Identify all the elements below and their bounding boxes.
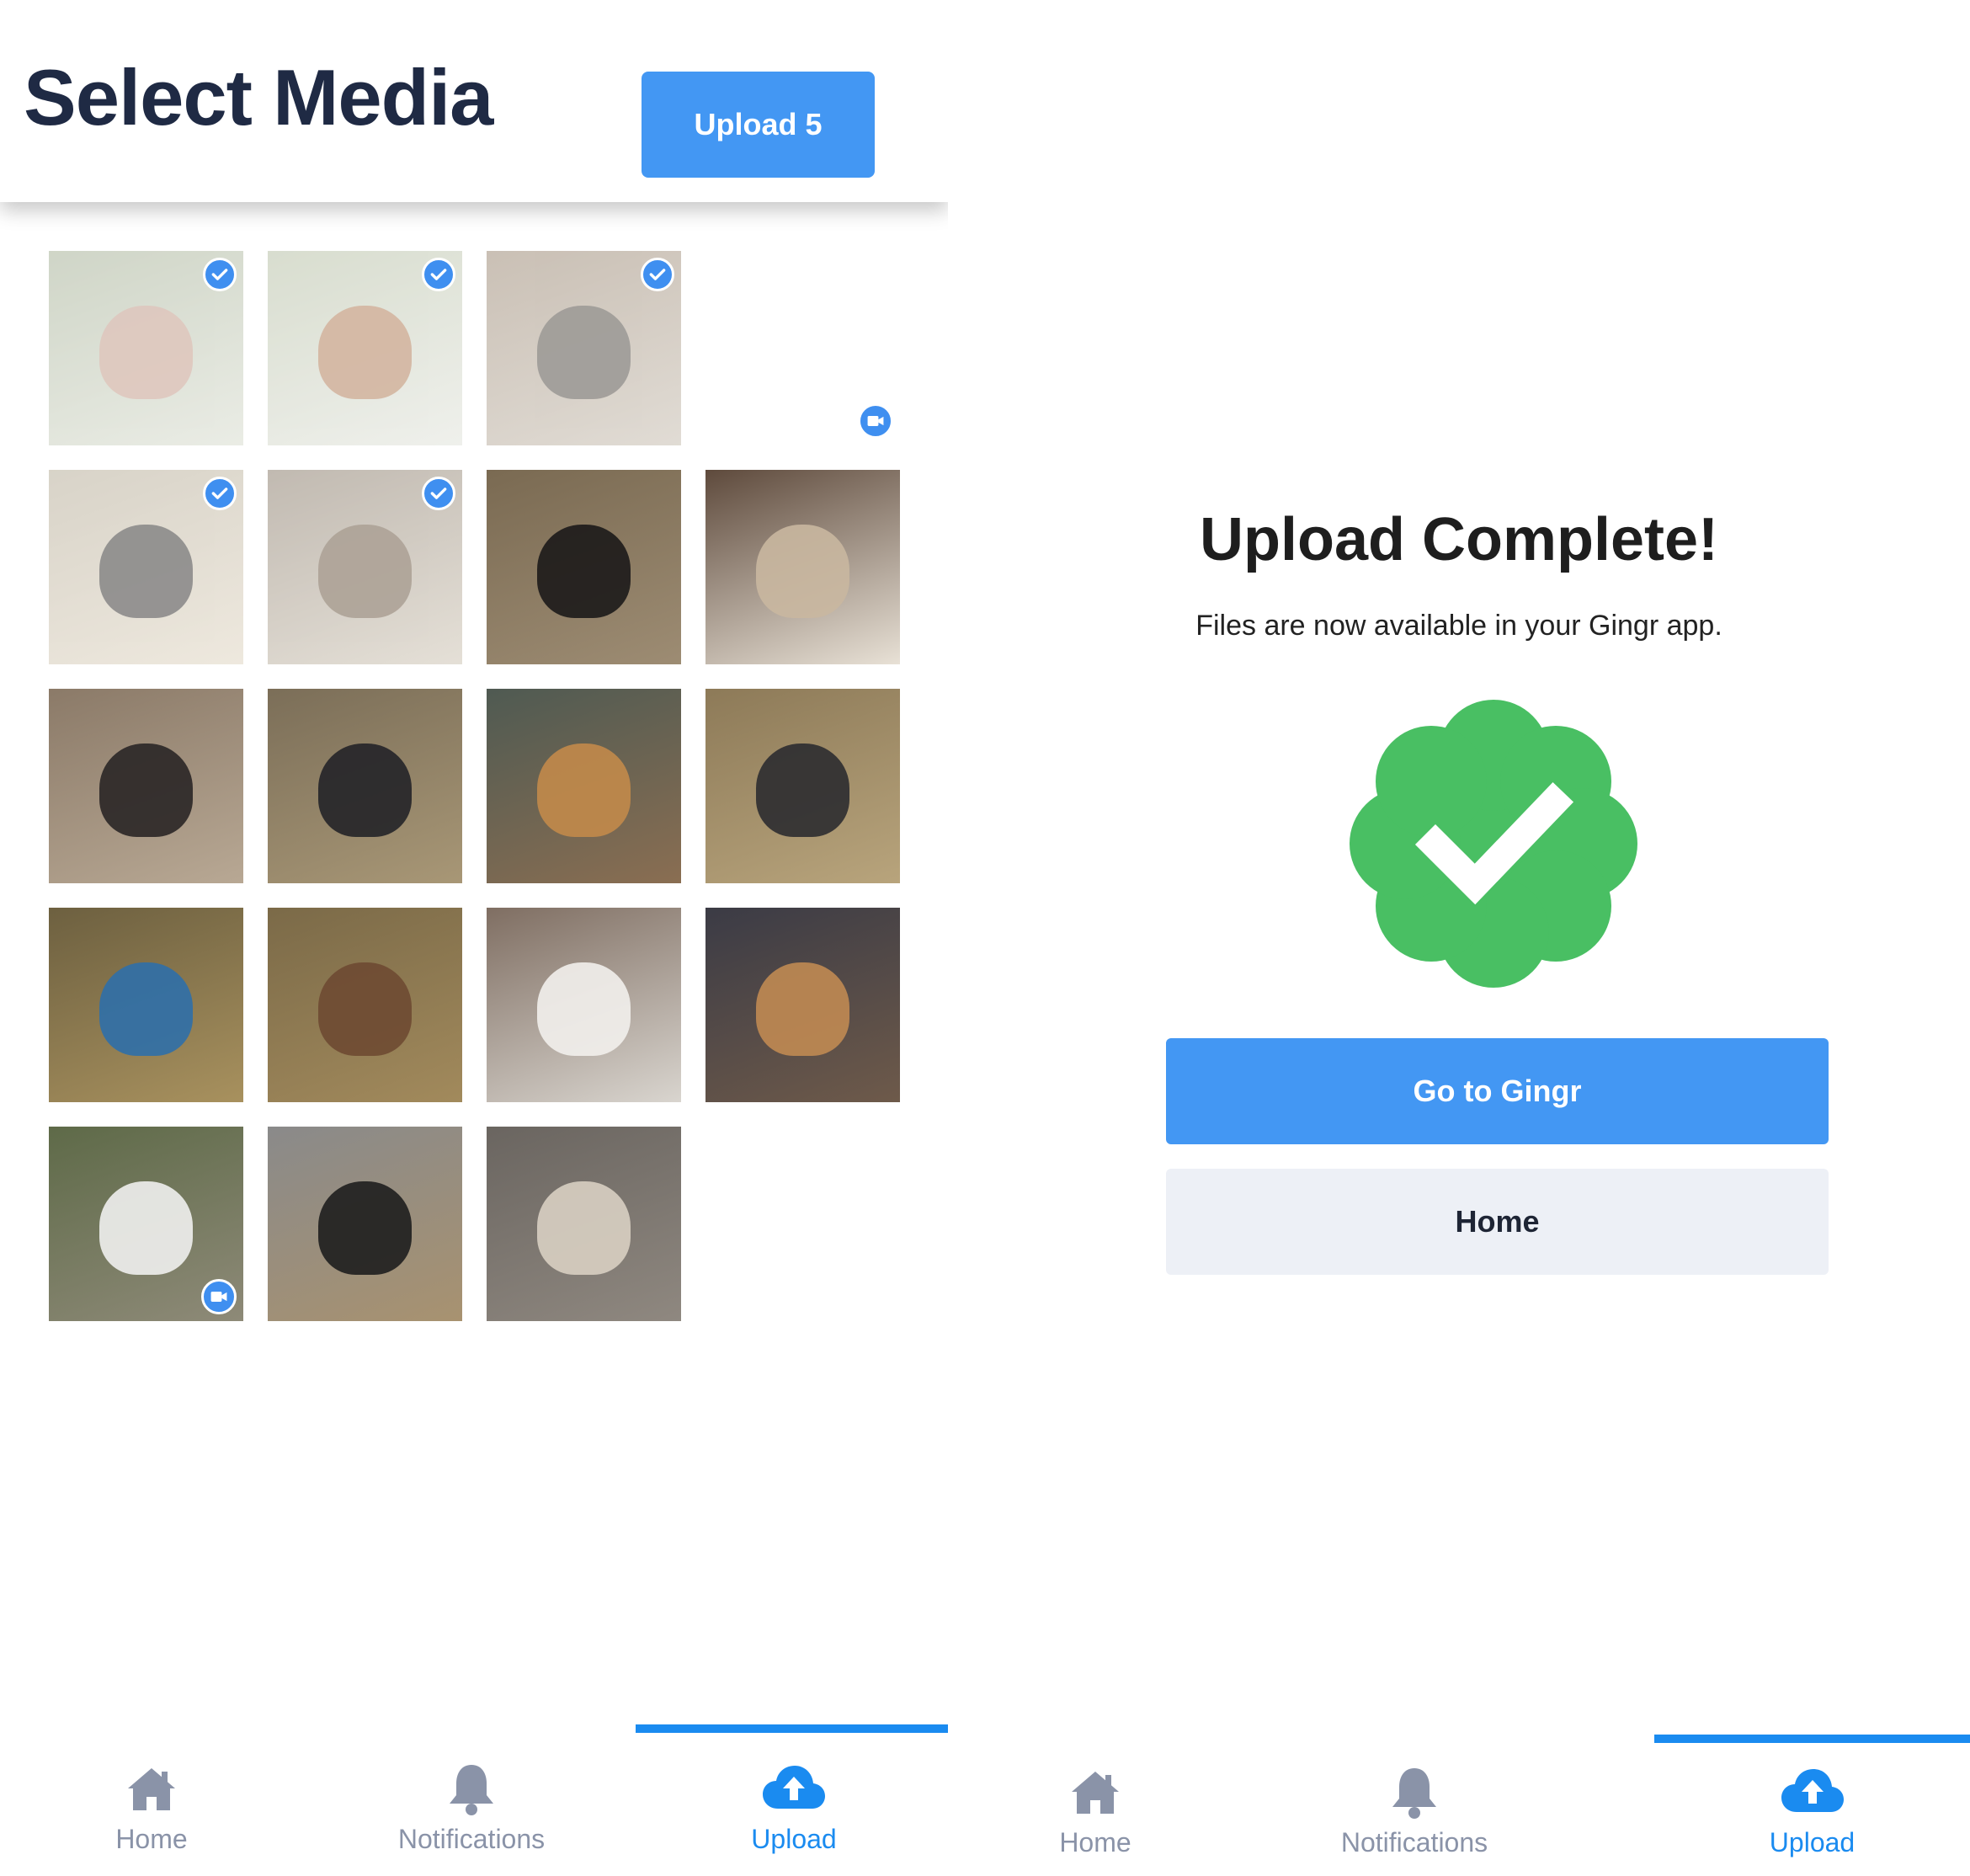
- tab-upload[interactable]: Upload: [640, 1724, 948, 1876]
- thumbnail-subject: [99, 1180, 193, 1275]
- thumbnail-subject: [99, 962, 193, 1056]
- thumbnail-subject: [318, 305, 412, 399]
- media-tile[interactable]: [268, 470, 462, 664]
- media-tile[interactable]: [49, 689, 243, 883]
- media-tile[interactable]: [268, 251, 462, 445]
- thumbnail-subject: [756, 743, 849, 837]
- select-media-screen: Select Media Upload 5 Home Notifications…: [0, 0, 948, 1876]
- tab-home[interactable]: Home: [948, 1724, 1243, 1876]
- media-tile[interactable]: [487, 470, 681, 664]
- bell-icon: [1389, 1765, 1440, 1825]
- selected-check-icon: [422, 258, 455, 291]
- media-thumbnail: [268, 689, 462, 883]
- thumbnail-subject: [318, 962, 412, 1056]
- thumbnail-subject: [756, 524, 849, 618]
- media-tile[interactable]: [705, 908, 900, 1102]
- media-tile[interactable]: [487, 908, 681, 1102]
- media-thumbnail: [487, 689, 681, 883]
- page-title: Select Media: [24, 53, 493, 141]
- tab-home[interactable]: Home: [0, 1724, 303, 1876]
- verified-check-badge-icon: [1344, 695, 1643, 994]
- selected-check-icon: [422, 477, 455, 510]
- thumbnail-subject: [99, 743, 193, 837]
- selected-check-icon: [641, 258, 674, 291]
- tab-upload-label: Upload: [751, 1824, 837, 1854]
- tab-upload[interactable]: Upload: [1654, 1724, 1970, 1876]
- media-tile[interactable]: [49, 251, 243, 445]
- media-thumbnail: [49, 689, 243, 883]
- media-tile[interactable]: [49, 908, 243, 1102]
- home-icon: [125, 1765, 178, 1818]
- thumbnail-subject: [537, 305, 631, 399]
- media-grid: [49, 251, 900, 1321]
- media-tile[interactable]: [487, 1127, 681, 1321]
- thumbnail-subject: [537, 743, 631, 837]
- thumbnail-subject: [537, 1180, 631, 1275]
- media-thumbnail: [268, 908, 462, 1102]
- go-to-gingr-button[interactable]: Go to Gingr: [1166, 1038, 1829, 1144]
- media-thumbnail: [487, 908, 681, 1102]
- media-thumbnail: [487, 470, 681, 664]
- media-thumbnail: [268, 1127, 462, 1321]
- home-icon: [1068, 1768, 1122, 1821]
- tab-bar: Home Notifications Upload: [0, 1724, 948, 1876]
- home-button[interactable]: Home: [1166, 1169, 1829, 1275]
- tab-home-label: Home: [1059, 1827, 1131, 1857]
- media-thumbnail: [705, 470, 900, 664]
- thumbnail-subject: [318, 1180, 412, 1275]
- upload-complete-title: Upload Complete!: [1199, 506, 1718, 573]
- cloud-upload-icon: [761, 1763, 827, 1816]
- upload-complete-screen: Upload Complete! Files are now available…: [948, 0, 1970, 1876]
- thumbnail-subject: [318, 524, 412, 618]
- tab-notifications[interactable]: Notifications: [303, 1724, 640, 1876]
- tab-bar: Home Notifications Upload: [948, 1724, 1970, 1876]
- upload-complete-subtitle: Files are now available in your Gingr ap…: [1195, 610, 1722, 642]
- video-camera-icon: [201, 1279, 237, 1314]
- tab-upload-label: Upload: [1769, 1827, 1856, 1857]
- tab-home-label: Home: [115, 1824, 188, 1854]
- media-tile[interactable]: [705, 470, 900, 664]
- thumbnail-subject: [756, 962, 849, 1056]
- media-tile[interactable]: [487, 251, 681, 445]
- media-tile[interactable]: [49, 1127, 243, 1321]
- thumbnail-subject: [537, 524, 631, 618]
- media-tile[interactable]: [487, 689, 681, 883]
- bell-icon: [446, 1761, 497, 1821]
- selected-check-icon: [203, 477, 237, 510]
- media-thumbnail: [49, 908, 243, 1102]
- media-thumbnail: [705, 689, 900, 883]
- media-tile[interactable]: [49, 470, 243, 664]
- tab-notifications-label: Notifications: [397, 1824, 546, 1854]
- header: Select Media Upload 5: [0, 0, 948, 202]
- thumbnail-subject: [537, 962, 631, 1056]
- thumbnail-subject: [99, 305, 193, 399]
- thumbnail-subject: [318, 743, 412, 837]
- media-tile[interactable]: [705, 251, 900, 445]
- tab-notifications-label: Notifications: [1340, 1827, 1488, 1857]
- tab-notifications[interactable]: Notifications: [1246, 1724, 1583, 1876]
- cloud-upload-icon: [1780, 1767, 1845, 1820]
- media-tile[interactable]: [268, 1127, 462, 1321]
- media-tile[interactable]: [268, 908, 462, 1102]
- upload-button[interactable]: Upload 5: [642, 72, 875, 178]
- selected-check-icon: [203, 258, 237, 291]
- media-thumbnail: [705, 908, 900, 1102]
- video-camera-icon: [858, 403, 893, 439]
- media-tile[interactable]: [268, 689, 462, 883]
- media-tile[interactable]: [705, 689, 900, 883]
- thumbnail-subject: [99, 524, 193, 618]
- media-thumbnail: [487, 1127, 681, 1321]
